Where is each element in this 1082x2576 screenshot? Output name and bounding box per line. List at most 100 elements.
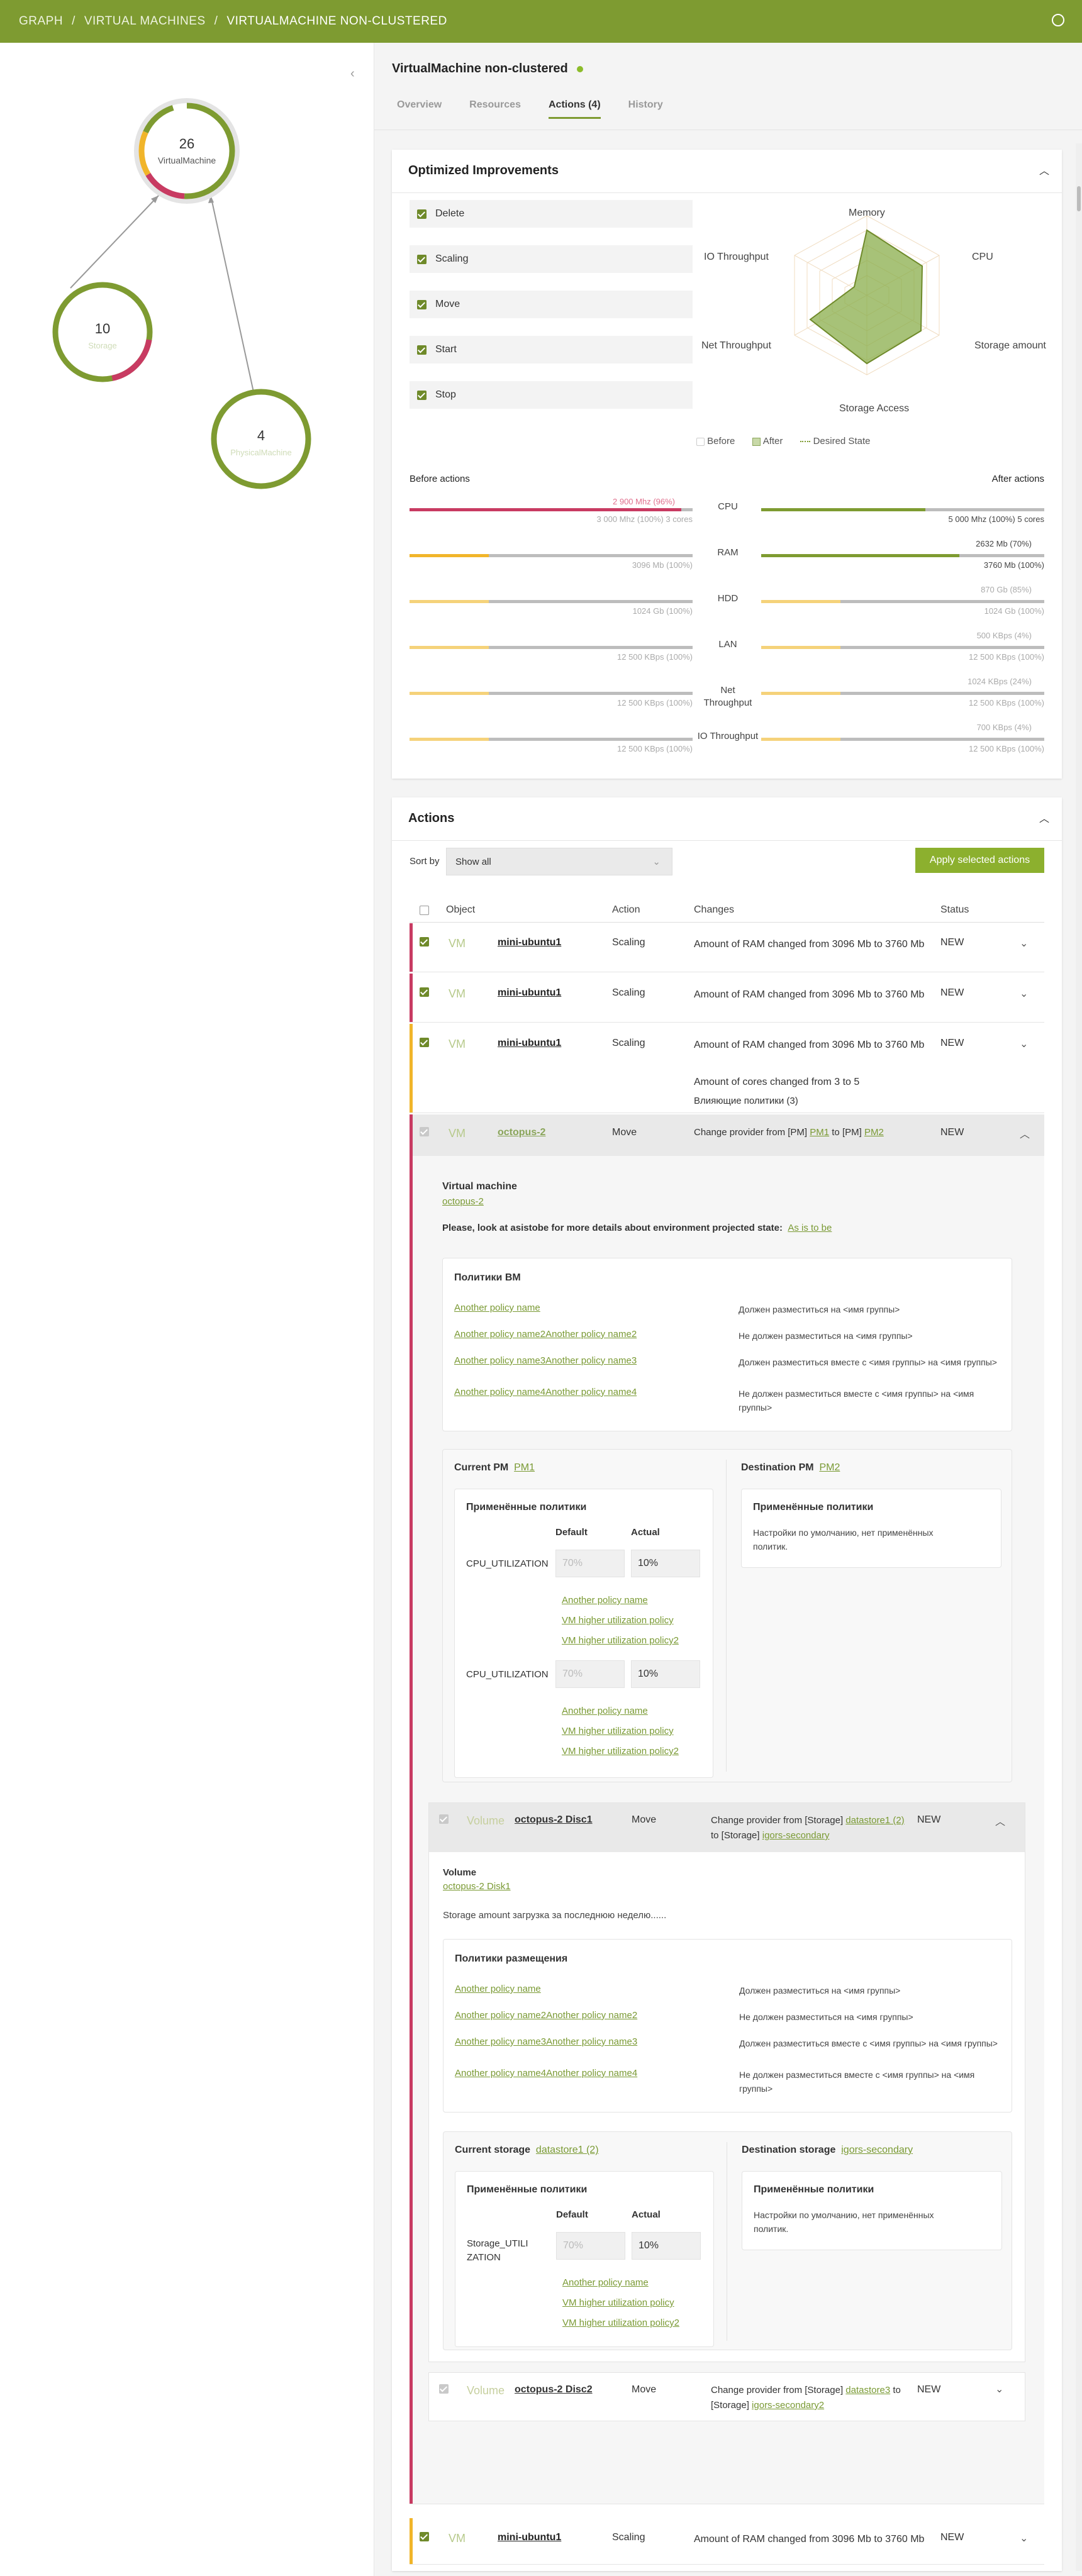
checkbox-icon[interactable]: [417, 390, 427, 400]
policy-link[interactable]: VM higher utilization policy2: [562, 1746, 679, 1757]
policy-link[interactable]: VM higher utilization policy: [562, 1726, 674, 1736]
policy-link[interactable]: Another policy name: [562, 1706, 648, 1716]
option-scaling[interactable]: Scaling: [410, 245, 693, 273]
column-actual: Actual: [631, 1527, 660, 1538]
column-status[interactable]: Status: [940, 904, 969, 916]
tab-history[interactable]: History: [628, 99, 663, 119]
link-pm2[interactable]: PM2: [864, 1127, 884, 1138]
option-start[interactable]: Start: [410, 336, 693, 364]
row-checkbox[interactable]: [420, 2532, 429, 2541]
policy-name-link[interactable]: Another policy name3Another policy name3: [455, 2036, 637, 2047]
chevron-down-icon[interactable]: ⌄: [995, 2383, 1003, 2396]
node-virtualmachine[interactable]: 26 VirtualMachine: [134, 98, 240, 204]
node-storage[interactable]: 10 Storage: [52, 282, 153, 382]
checkbox-icon[interactable]: [417, 299, 427, 309]
metric-name: CPU_UTILIZATION: [466, 1558, 549, 1569]
tab-actions[interactable]: Actions (4): [548, 99, 601, 119]
user-icon[interactable]: [1052, 14, 1064, 26]
link-igors-secondary2[interactable]: igors-secondary2: [752, 2400, 824, 2411]
policy-link[interactable]: VM higher utilization policy: [562, 1615, 674, 1626]
chevron-down-icon[interactable]: ⌄: [1020, 2532, 1028, 2545]
volume-name[interactable]: octopus-2 Disc1: [515, 1814, 593, 1826]
row-checkbox[interactable]: [439, 1814, 449, 1824]
sort-select[interactable]: Show all ⌄: [446, 848, 672, 875]
scrollbar-thumb[interactable]: [1077, 186, 1081, 211]
row-checkbox[interactable]: [420, 987, 429, 997]
chevron-up-icon[interactable]: ︿: [1039, 810, 1049, 825]
tab-resources[interactable]: Resources: [469, 99, 521, 119]
row-checkbox[interactable]: [420, 1127, 429, 1136]
table-row[interactable]: VM mini-ubuntu1 Scaling Amount of RAM ch…: [410, 1024, 1044, 1113]
default-value: 70%: [556, 2232, 625, 2260]
apply-selected-actions-button[interactable]: Apply selected actions: [915, 848, 1044, 873]
policy-link[interactable]: VM higher utilization policy2: [562, 2318, 679, 2328]
object-name[interactable]: octopus-2: [498, 1127, 545, 1138]
volume-name[interactable]: octopus-2 Disc2: [515, 2384, 593, 2396]
column-action[interactable]: Action: [612, 904, 640, 916]
object-name[interactable]: mini-ubuntu1: [498, 937, 561, 948]
column-changes[interactable]: Changes: [694, 904, 734, 916]
policy-link[interactable]: VM higher utilization policy: [562, 2297, 674, 2308]
policy-link[interactable]: Another policy name: [562, 1595, 648, 1606]
policy-name-link[interactable]: Another policy name2Another policy name2: [455, 2010, 637, 2021]
tab-overview[interactable]: Overview: [397, 99, 442, 119]
detail-object-link[interactable]: octopus-2: [442, 1196, 484, 1207]
policy-name-link[interactable]: Another policy name: [455, 1984, 541, 1994]
option-delete[interactable]: Delete: [410, 200, 693, 228]
node-physicalmachine[interactable]: 4 PhysicalMachine: [211, 389, 311, 489]
current-storage-link[interactable]: datastore1 (2): [536, 2145, 599, 2155]
policy-name-link[interactable]: Another policy name4Another policy name4: [455, 2068, 637, 2079]
policy-link[interactable]: Another policy name: [562, 2277, 649, 2288]
link-datastore[interactable]: datastore1 (2): [845, 1815, 904, 1826]
row-change: Amount of RAM changed from 3096 Mb to 37…: [694, 939, 925, 950]
chevron-up-icon[interactable]: ︿: [1020, 1126, 1030, 1141]
breadcrumb-virtual-machines[interactable]: VIRTUAL MACHINES: [84, 14, 206, 28]
current-pm-link[interactable]: PM1: [514, 1462, 535, 1473]
chevron-down-icon[interactable]: ⌄: [1020, 1038, 1028, 1050]
row-checkbox[interactable]: [420, 937, 429, 947]
link-pm1[interactable]: PM1: [810, 1127, 829, 1138]
chevron-down-icon[interactable]: ⌄: [1020, 937, 1028, 950]
scrollbar-track[interactable]: [1076, 143, 1082, 2571]
column-object[interactable]: Object: [446, 904, 475, 916]
policy-name-link[interactable]: Another policy name: [454, 1302, 540, 1313]
after-bar-fill: [761, 600, 840, 603]
link-igors-secondary[interactable]: igors-secondary: [762, 1830, 830, 1841]
table-row[interactable]: VM mini-ubuntu1 Scaling Amount of RAM ch…: [410, 2518, 1044, 2565]
affecting-policies-link[interactable]: Влияющие политики (3): [694, 1096, 798, 1106]
metric-name: Storage_UTILIZATION: [467, 2238, 528, 2263]
policy-name-link[interactable]: Another policy name4Another policy name4: [454, 1387, 637, 1397]
chevron-down-icon[interactable]: ⌄: [1020, 987, 1028, 1000]
destination-storage-link[interactable]: igors-secondary: [841, 2145, 913, 2155]
nested-volume-item-collapsed[interactable]: Volume octopus-2 Disc2 Move Change provi…: [428, 2372, 1025, 2421]
destination-pm-link[interactable]: PM2: [819, 1462, 840, 1473]
select-all-checkbox[interactable]: [420, 906, 429, 915]
table-row[interactable]: VM mini-ubuntu1 Scaling Amount of RAM ch…: [410, 974, 1044, 1023]
row-checkbox[interactable]: [439, 2384, 449, 2394]
volume-object-link[interactable]: octopus-2 Disk1: [443, 1881, 511, 1892]
volume-row-header[interactable]: Volume octopus-2 Disc1 Move Change provi…: [429, 1803, 1025, 1852]
object-name[interactable]: mini-ubuntu1: [498, 2532, 561, 2543]
option-move[interactable]: Move: [410, 291, 693, 318]
chevron-up-icon[interactable]: ︿: [995, 1813, 1005, 1828]
policy-name-link[interactable]: Another policy name3Another policy name3: [454, 1355, 637, 1366]
expanded-row-header[interactable]: VM octopus-2 Move Change provider from […: [413, 1114, 1044, 1156]
checkbox-icon[interactable]: [417, 254, 427, 264]
applied-policies-title: Применённые политики: [467, 2184, 588, 2195]
object-name[interactable]: mini-ubuntu1: [498, 987, 561, 999]
row-change: Amount of RAM changed from 3096 Mb to 37…: [694, 2534, 925, 2545]
option-stop[interactable]: Stop: [410, 381, 693, 409]
row-checkbox[interactable]: [420, 1038, 429, 1047]
table-row[interactable]: VM mini-ubuntu1 Scaling Amount of RAM ch…: [410, 923, 1044, 972]
policy-link[interactable]: VM higher utilization policy2: [562, 1635, 679, 1646]
link-datastore3[interactable]: datastore3: [845, 2385, 890, 2396]
object-name[interactable]: mini-ubuntu1: [498, 1038, 561, 1049]
as-is-to-be-link[interactable]: As is to be: [788, 1223, 832, 1233]
collapse-panel-icon[interactable]: ‹: [350, 67, 355, 81]
checkbox-icon[interactable]: [417, 209, 427, 219]
chevron-up-icon[interactable]: ︿: [1039, 162, 1049, 177]
radar-after-area: [809, 229, 923, 365]
checkbox-icon[interactable]: [417, 345, 427, 355]
policy-name-link[interactable]: Another policy name2Another policy name2: [454, 1329, 637, 1340]
breadcrumb-graph[interactable]: GRAPH: [19, 14, 63, 28]
